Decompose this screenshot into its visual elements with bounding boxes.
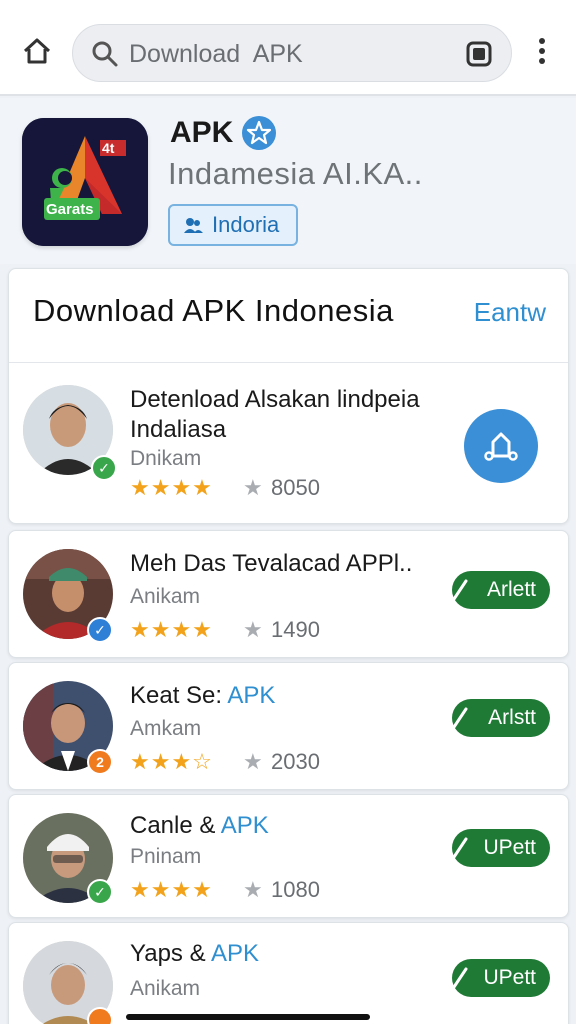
item-title-text: Canle &	[130, 812, 221, 839]
section-card: Download APK Indonesia Eantw ✓ Detenload…	[8, 268, 569, 524]
download-icon	[484, 432, 518, 461]
tabs-icon[interactable]	[465, 40, 493, 68]
users-icon	[184, 218, 203, 233]
verified-dot: ✓	[87, 879, 113, 905]
badge-glyph: ✓	[98, 459, 110, 476]
rating-stars: ★★★★	[130, 475, 213, 500]
search-bar[interactable]	[72, 24, 512, 82]
section-header: Download APK Indonesia Eantw	[9, 269, 568, 363]
app-logo[interactable]: 4t Garats	[22, 118, 148, 246]
app-logo-label: Garats	[46, 201, 94, 218]
app-logo-graphic	[22, 118, 148, 246]
rank-badge: 2	[87, 749, 113, 775]
action-button[interactable]: Arlstt	[452, 699, 550, 737]
item-developer: Amkam	[130, 717, 202, 740]
item-title-accent: APK	[220, 812, 269, 839]
more-vertical-icon	[539, 38, 545, 64]
section-title: Download APK Indonesia	[33, 293, 394, 328]
tag-icon	[452, 837, 468, 859]
item-developer: Pninam	[130, 845, 202, 868]
app-subtitle: Indamesia AI.KA..	[168, 156, 423, 191]
action-button[interactable]: UPett	[452, 959, 550, 997]
app-logo-badge: 4t	[102, 140, 115, 156]
search-icon	[92, 41, 118, 67]
gray-star-icon: ★	[243, 617, 263, 642]
action-button[interactable]: UPett	[452, 829, 550, 867]
tag-icon	[452, 967, 468, 989]
item-title-accent: APK	[210, 940, 259, 967]
action-button-label: Arlett	[486, 578, 536, 601]
verified-dot: ✓	[91, 455, 117, 481]
item-title: Yaps & APK	[130, 939, 259, 969]
action-button[interactable]: Arlett	[452, 571, 550, 609]
gray-star-icon: ★	[243, 475, 263, 500]
gray-star-icon: ★	[243, 877, 263, 902]
item-title: Keat Se: APK	[130, 681, 275, 711]
rating-stars: ★★★★	[130, 617, 213, 642]
app-title: APK	[170, 116, 234, 149]
verified-dot: ✓	[87, 617, 113, 643]
region-chip[interactable]: Indoria	[168, 204, 298, 246]
list-item[interactable]: Yaps & APK Anikam UPett	[8, 922, 569, 1024]
list-item[interactable]: ✓ Detenload Alsakan lindpeia Indaliasa D…	[9, 365, 568, 523]
top-bar	[0, 0, 576, 96]
item-title-line1: Detenload Alsakan lindpeia	[130, 386, 420, 413]
rating-stars: ★★★☆	[130, 749, 213, 774]
badge-glyph: ✓	[94, 883, 106, 900]
home-indicator[interactable]	[126, 1014, 370, 1020]
item-developer: Dnikam	[130, 447, 202, 470]
download-count: 1080	[271, 877, 320, 902]
tag-icon	[452, 579, 468, 601]
more-options-button[interactable]	[528, 34, 556, 68]
download-count: 8050	[271, 475, 320, 500]
rank-badge	[87, 1007, 113, 1024]
action-button-label: UPett	[483, 966, 536, 989]
item-title-text: Yaps &	[130, 940, 211, 967]
download-count: 2030	[271, 749, 320, 774]
install-button[interactable]	[464, 409, 538, 483]
gray-star-icon: ★	[243, 749, 263, 774]
item-developer: Anikam	[130, 585, 201, 608]
download-count: 1490	[271, 617, 320, 642]
item-title: Detenload Alsakan lindpeia Indaliasa	[130, 385, 420, 445]
home-button[interactable]	[18, 32, 56, 70]
home-icon	[23, 38, 51, 64]
list-item[interactable]: ✓ Canle & APK Pninam ★★★★ ★ 1080 UPett	[8, 794, 569, 918]
section-see-all-link[interactable]: Eantw	[474, 297, 546, 328]
tag-icon	[452, 707, 468, 729]
region-chip-label: Indoria	[212, 212, 280, 237]
item-title-line2: Indaliasa	[130, 416, 227, 443]
item-title: Meh Das Tevalacad APPl..	[130, 550, 413, 577]
item-developer: Anikam	[130, 977, 201, 1000]
list-item[interactable]: 2 Keat Se: APK Amkam ★★★☆ ★ 2030 Arlstt	[8, 662, 569, 790]
verified-badge-icon	[242, 116, 276, 150]
action-button-label: UPett	[483, 836, 536, 859]
item-title: Canle & APK	[130, 811, 269, 841]
action-button-label: Arlstt	[488, 706, 536, 729]
app-header: 4t Garats APK Indamesia AI.KA.. Indoria	[0, 98, 576, 264]
item-title-text: Keat Se:	[130, 682, 228, 709]
badge-glyph: 2	[96, 754, 104, 770]
list-item[interactable]: ✓ Meh Das Tevalacad APPl.. Anikam ★★★★ ★…	[8, 530, 569, 658]
badge-glyph: ✓	[94, 621, 106, 638]
item-title-accent: APK	[227, 682, 276, 709]
search-input[interactable]	[129, 35, 449, 73]
rating-stars: ★★★★	[130, 877, 213, 902]
